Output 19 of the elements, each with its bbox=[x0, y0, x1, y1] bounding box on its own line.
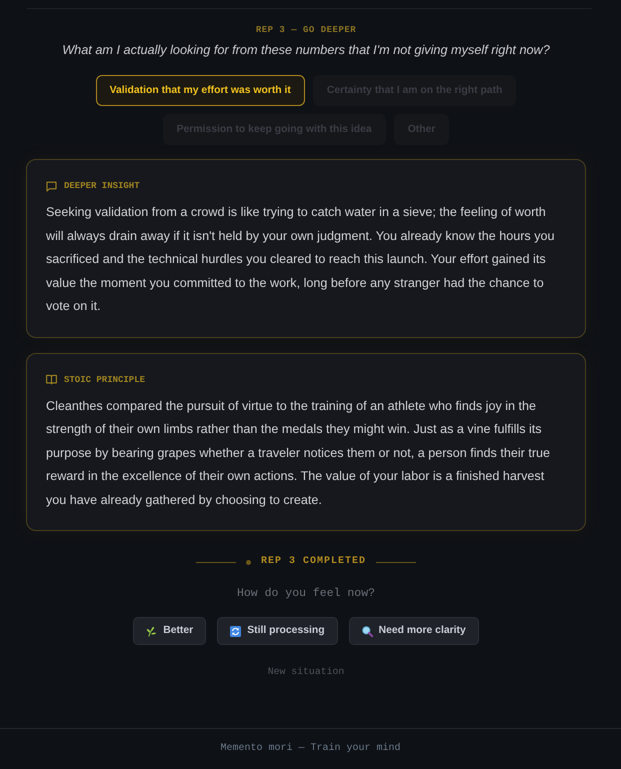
question-text: What am I actually looking for from these numbers that I'm not giving myself right now? bbox=[61, 42, 551, 58]
footer-text: Memento mori — Train your mind bbox=[220, 743, 401, 755]
refresh-icon bbox=[230, 626, 242, 636]
card-text: Cleanthes compared the pursuit of virtue to the training of an athlete who finds joy in the strength of their own limbs rather than the medals they might win. Just as a vine fulfills its purpose by bearing grapes whether a traveler notices them or not, a person finds their true reward in the excellence of their own actions. The value of your labor is a finished harvest you have already gathered by choosing to create. bbox=[46, 398, 552, 509]
leaf-icon bbox=[146, 626, 158, 636]
feeling-button[interactable]: Need more clarity bbox=[348, 617, 479, 645]
book-icon bbox=[46, 374, 57, 385]
option-chip[interactable]: Validation that my effort was worth it bbox=[96, 75, 305, 106]
card-title: STOIC PRINCIPLE bbox=[64, 374, 146, 386]
magnifier-icon bbox=[362, 626, 373, 636]
card-text: Seeking validation from a crowd is like trying to catch water in a sieve; the feeling of worth will always drain away if it isn't held by your own judgment. You already know the hours you sacrificed and the technical hurdles you cleared to reach this launch. Your effort gained its value the moment you committed to the work, long before any stranger had the chance to vote on it. bbox=[46, 204, 556, 315]
feeling-button[interactable]: Still processing bbox=[217, 617, 338, 645]
feeling-prompt: How do you feel now? bbox=[236, 587, 376, 601]
section-label: REP 3 — GO DEEPER bbox=[254, 24, 358, 36]
dot-icon bbox=[246, 560, 251, 564]
feeling-button[interactable]: Better bbox=[133, 617, 206, 645]
speech-bubble-icon bbox=[46, 180, 57, 192]
card-title: DEEPER INSIGHT bbox=[64, 180, 140, 192]
completion-label: REP 3 COMPLETED bbox=[260, 556, 366, 568]
